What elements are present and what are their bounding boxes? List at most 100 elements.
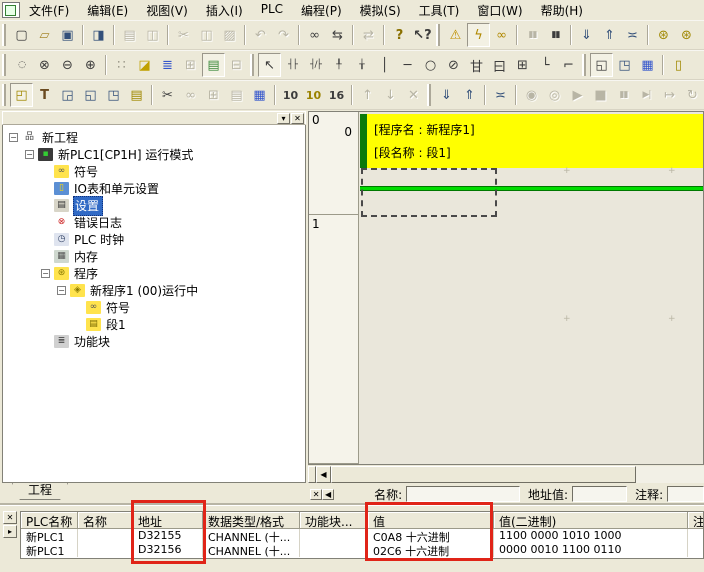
- view-diff-report-button[interactable]: ◨: [87, 23, 110, 47]
- scrollbar-grip[interactable]: [308, 466, 316, 483]
- show-rung-annotations-button[interactable]: ≣: [156, 53, 179, 77]
- menu-item-simulate[interactable]: 模拟(S): [351, 0, 410, 21]
- workspace-menu-button[interactable]: ▾: [277, 113, 290, 124]
- tree-item[interactable]: ∞符号: [73, 299, 133, 316]
- tree-item[interactable]: ⊗错误日志: [41, 214, 125, 231]
- zoom-to-fit-button[interactable]: ◌: [10, 53, 33, 77]
- show-comments-button[interactable]: ◪: [133, 53, 156, 77]
- rung-cell-1[interactable]: 1: [309, 216, 358, 464]
- new-closed-coil-button[interactable]: ⊘: [442, 53, 465, 77]
- show-properties-button[interactable]: ▤: [125, 83, 148, 107]
- menu-item-view[interactable]: 视图(V): [137, 0, 197, 21]
- scroll-left-button[interactable]: ◀: [316, 466, 331, 483]
- toolbar-grip[interactable]: [436, 24, 442, 46]
- watch-column-header[interactable]: 功能块...: [300, 512, 368, 529]
- watch-column-header[interactable]: 注: [688, 512, 704, 529]
- comment-field[interactable]: [667, 486, 704, 502]
- tree-item[interactable]: −品新工程: [9, 129, 81, 146]
- new-closed-contact-button[interactable]: ┤/├: [304, 53, 327, 77]
- toggle-project-workspace-button[interactable]: ◰: [10, 83, 33, 107]
- transfer-program-from-plc-button[interactable]: ⇑: [458, 83, 481, 107]
- online-edit-send-button[interactable]: ⊛: [675, 23, 698, 47]
- tree-item[interactable]: −▪新PLC1[CP1H] 运行模式: [25, 146, 196, 163]
- compare-with-plc-button[interactable]: ≍: [621, 23, 644, 47]
- watch-row[interactable]: 新PLC1D32155CHANNEL (十...C0A8 十六进制1100 00…: [21, 529, 703, 543]
- tab-project[interactable]: 工程: [12, 483, 68, 500]
- compare-program-button[interactable]: ≍: [489, 83, 512, 107]
- watch-column-header[interactable]: 数据类型/格式: [203, 512, 300, 529]
- zoom-out-button[interactable]: ⊖: [56, 53, 79, 77]
- namebar-collapse-button[interactable]: ◀: [322, 489, 334, 500]
- tree-item[interactable]: ≣功能块: [41, 333, 113, 350]
- new-inverted-instruction-button[interactable]: 曰: [488, 53, 511, 77]
- tree-item[interactable]: ▯IO表和单元设置: [41, 180, 162, 197]
- menu-item-program[interactable]: 编程(P): [292, 0, 351, 21]
- work-online-simulator-button[interactable]: ϟ: [467, 23, 490, 47]
- transfer-program-to-plc-button[interactable]: ⇓: [435, 83, 458, 107]
- monitor-hex-button[interactable]: 16: [325, 83, 348, 107]
- zoom-in-button[interactable]: ⊕: [79, 53, 102, 77]
- select-tool-button[interactable]: ↖: [258, 53, 281, 77]
- data-trace-button[interactable]: ◳: [613, 53, 636, 77]
- monitor-signed-decimal-button[interactable]: 10: [302, 83, 325, 107]
- context-help-button[interactable]: ↖?: [411, 23, 434, 47]
- toggle-watch-window-button[interactable]: ◲: [56, 83, 79, 107]
- toggle-output-window-button[interactable]: ◱: [79, 83, 102, 107]
- tree-expander[interactable]: −: [41, 269, 50, 278]
- transfer-from-plc-button[interactable]: ⇑: [598, 23, 621, 47]
- tree-expander[interactable]: −: [57, 286, 66, 295]
- toolbar-grip[interactable]: [2, 84, 8, 106]
- tree-item[interactable]: ∞符号: [41, 163, 101, 180]
- new-open-contact-or-button[interactable]: ╀: [327, 53, 350, 77]
- monitor-in-binary-button[interactable]: ▦: [248, 83, 271, 107]
- watch-column-header[interactable]: PLC名称: [21, 512, 78, 529]
- toolbar-grip[interactable]: [250, 54, 256, 76]
- workspace-close-button[interactable]: ✕: [291, 113, 304, 124]
- watch-expand-button[interactable]: ▸: [3, 525, 17, 538]
- rung-cell-0[interactable]: 0 0: [309, 112, 358, 215]
- zoom-cancel-button[interactable]: ⊗: [33, 53, 56, 77]
- show-program-view-button[interactable]: ▤: [202, 53, 225, 77]
- toolbar-grip[interactable]: [427, 84, 433, 106]
- tree-expander[interactable]: −: [25, 150, 34, 159]
- toolbar-grip[interactable]: [2, 54, 8, 76]
- menu-item-window[interactable]: 窗口(W): [468, 0, 531, 21]
- new-plc-instruction-button[interactable]: 甘: [465, 53, 488, 77]
- find-button[interactable]: ∞: [303, 23, 326, 47]
- monitor-button[interactable]: ∞: [490, 23, 513, 47]
- menu-item-help[interactable]: 帮助(H): [532, 0, 592, 21]
- ladder-content[interactable]: [程序名 : 新程序1] [段名称 : 段1] + + + +: [360, 112, 703, 464]
- tools-options-button[interactable]: T: [33, 83, 56, 107]
- tree-item[interactable]: −◈新程序1 (00)运行中: [57, 282, 201, 299]
- line-connect-button[interactable]: └: [534, 53, 557, 77]
- monitor-decimal-button[interactable]: 10: [279, 83, 302, 107]
- new-open-contact-button[interactable]: ┤├: [281, 53, 304, 77]
- edit-rung-comment-button[interactable]: ▯: [667, 53, 690, 77]
- line-delete-button[interactable]: ⌐: [557, 53, 580, 77]
- selection-rectangle[interactable]: [361, 168, 497, 217]
- tree-item[interactable]: ◷PLC 时钟: [41, 231, 127, 248]
- watch-column-header[interactable]: 值(二进制): [494, 512, 688, 529]
- save-file-button[interactable]: ▣: [56, 23, 79, 47]
- name-field[interactable]: [406, 486, 520, 502]
- replace-button[interactable]: ⇆: [326, 23, 349, 47]
- toolbar-grip[interactable]: [582, 54, 588, 76]
- tree-item[interactable]: ▤段1: [73, 316, 129, 333]
- tree-item[interactable]: −⊛程序: [41, 265, 101, 282]
- scrollbar-thumb[interactable]: [331, 466, 636, 483]
- new-horizontal-line-button[interactable]: ─: [396, 53, 419, 77]
- pause-monitoring-button[interactable]: ▮▮: [544, 23, 567, 47]
- new-vertical-line-button[interactable]: │: [373, 53, 396, 77]
- menu-item-file[interactable]: 文件(F): [20, 0, 78, 21]
- toggle-grid-button[interactable]: ∷: [110, 53, 133, 77]
- new-closed-contact-or-button[interactable]: ╁: [350, 53, 373, 77]
- menu-item-edit[interactable]: 编辑(E): [78, 0, 137, 21]
- differential-monitoring-button[interactable]: ◱: [590, 53, 613, 77]
- transfer-to-plc-button[interactable]: ⇓: [575, 23, 598, 47]
- watch-close-button[interactable]: ✕: [3, 511, 17, 524]
- toolbar-grip[interactable]: [2, 24, 8, 46]
- new-file-button[interactable]: ▢: [10, 23, 33, 47]
- watch-row[interactable]: 新PLC1D32156CHANNEL (十...02C6 十六进制0000 00…: [21, 543, 703, 557]
- tree-expander[interactable]: −: [9, 133, 18, 142]
- watch-column-header[interactable]: 名称: [78, 512, 133, 529]
